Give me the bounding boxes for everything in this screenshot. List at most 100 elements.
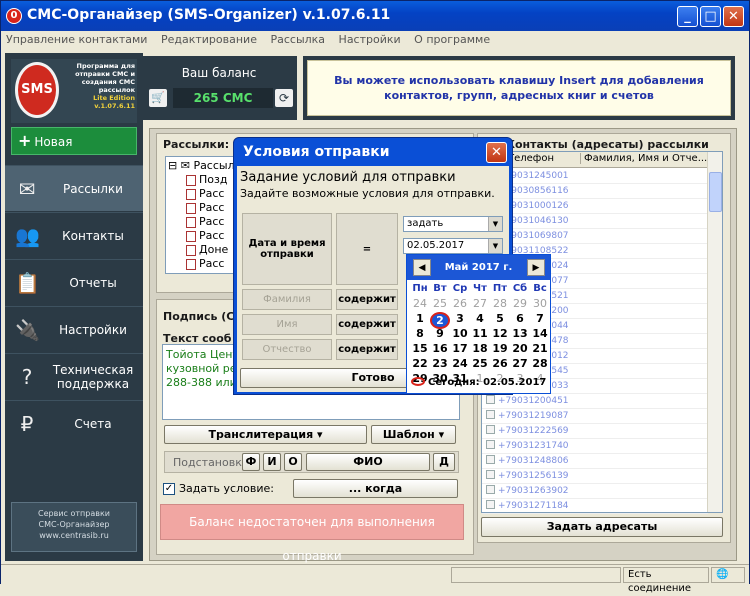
menu-contacts[interactable]: Управление контактами xyxy=(1,31,152,48)
calendar-day[interactable]: 5 xyxy=(490,312,510,325)
subst-f-button[interactable]: Ф xyxy=(242,453,260,471)
tree-node[interactable]: Позд xyxy=(186,173,227,186)
calendar-day[interactable]: 25 xyxy=(430,297,450,310)
weekday-label: Сб xyxy=(512,283,528,294)
calendar-day[interactable]: 15 xyxy=(410,342,430,355)
calendar-day[interactable]: 26 xyxy=(450,297,470,310)
sidebar-item-contacts[interactable]: 👥 Контакты xyxy=(5,212,143,258)
help-icon: ? xyxy=(21,365,33,389)
list-item[interactable]: +79031231740 xyxy=(482,439,708,454)
menu-mailing[interactable]: Рассылка xyxy=(265,31,330,48)
calendar-day[interactable]: 30 xyxy=(530,297,550,310)
calendar-day[interactable]: 3 xyxy=(450,312,470,325)
calendar-day[interactable]: 26 xyxy=(490,357,510,370)
condition-when-button[interactable]: ... когда xyxy=(293,479,458,498)
tree-node[interactable]: Расс xyxy=(186,215,224,228)
tree-node[interactable]: Расс xyxy=(186,257,224,270)
today-label[interactable]: Сегодня: 02.05.2017 xyxy=(411,377,546,388)
tree-node[interactable]: Расс xyxy=(186,201,224,214)
set-addresses-button[interactable]: Задать адресаты xyxy=(481,517,723,537)
list-item[interactable]: +79031069807 xyxy=(482,229,708,244)
calendar-day[interactable]: 27 xyxy=(470,297,490,310)
tree-node[interactable]: Доне xyxy=(186,243,228,256)
date-picker-field[interactable]: 02.05.2017 ▼ xyxy=(403,238,503,254)
tree-node[interactable]: Расс xyxy=(186,187,224,200)
calendar-day[interactable]: 23 xyxy=(430,357,450,370)
list-item[interactable]: +79031256139 xyxy=(482,469,708,484)
calendar-day[interactable]: 11 xyxy=(470,327,490,340)
recipients-scrollbar[interactable] xyxy=(707,152,722,512)
calendar-day[interactable]: 17 xyxy=(450,342,470,355)
op-contains-patronymic[interactable]: содержит xyxy=(336,339,398,360)
close-button[interactable]: ✕ xyxy=(723,6,744,27)
list-item[interactable]: +79031263902 xyxy=(482,484,708,499)
list-item[interactable]: +79031245001 xyxy=(482,169,708,184)
list-item[interactable]: +79031248806 xyxy=(482,454,708,469)
col-phone[interactable]: Телефон xyxy=(508,153,554,164)
calendar-day[interactable]: 19 xyxy=(490,342,510,355)
sidebar-item-support[interactable]: ? Техническая поддержка xyxy=(5,353,143,399)
sidebar-item-accounts[interactable]: ₽ Счета xyxy=(5,400,143,446)
menu-about[interactable]: О программе xyxy=(409,31,495,48)
list-item[interactable]: +79031222569 xyxy=(482,424,708,439)
condition-checkbox[interactable]: ✓ xyxy=(163,483,175,495)
date-mode-select[interactable]: задать ▼ xyxy=(403,216,503,232)
calendar-day[interactable]: 22 xyxy=(410,357,430,370)
calendar-day[interactable]: 16 xyxy=(430,342,450,355)
op-contains-lastname[interactable]: содержит xyxy=(336,289,398,310)
title-bar[interactable]: 0 СМС-Органайзер (SMS-Organizer) v.1.07.… xyxy=(1,1,749,31)
next-month-arrow-icon[interactable]: ▶ xyxy=(527,259,545,276)
subst-o-button[interactable]: О xyxy=(284,453,302,471)
list-item[interactable]: +79031000126 xyxy=(482,199,708,214)
list-item[interactable]: +79031271184 xyxy=(482,499,708,514)
cart-icon[interactable]: 🛒 xyxy=(149,89,167,107)
calendar-day[interactable]: 29 xyxy=(510,297,530,310)
calendar-day[interactable]: 20 xyxy=(510,342,530,355)
calendar-day[interactable]: 28 xyxy=(530,357,550,370)
dialog-close-button[interactable]: ✕ xyxy=(486,142,507,163)
list-item[interactable]: +79031046130 xyxy=(482,214,708,229)
subst-d-button[interactable]: Д xyxy=(433,453,455,471)
new-mailing-button[interactable]: +Новая рассылка xyxy=(11,127,137,175)
sidebar-item-label: Контакты xyxy=(62,229,124,243)
calendar-day[interactable]: 28 xyxy=(490,297,510,310)
list-item[interactable]: +79031219087 xyxy=(482,409,708,424)
sidebar-item-settings[interactable]: 🔌 Настройки xyxy=(5,306,143,352)
template-button[interactable]: Шаблон ▾ xyxy=(371,425,456,444)
list-item[interactable]: +79030856116 xyxy=(482,184,708,199)
calendar-day[interactable]: 7 xyxy=(530,312,550,325)
calendar-day[interactable]: 6 xyxy=(510,312,530,325)
calendar-day[interactable]: 1 xyxy=(410,312,430,325)
sidebar-item-mailings[interactable]: ✉ Рассылки xyxy=(5,165,143,211)
calendar-day[interactable]: 24 xyxy=(410,297,430,310)
list-item[interactable]: +79031200451 xyxy=(482,394,708,409)
calendar-day[interactable]: 12 xyxy=(490,327,510,340)
refresh-icon[interactable]: ⟳ xyxy=(275,89,293,107)
calendar-day[interactable]: 24 xyxy=(450,357,470,370)
calendar-day[interactable]: 10 xyxy=(450,327,470,340)
calendar-day[interactable]: 27 xyxy=(510,357,530,370)
maximize-button[interactable]: □ xyxy=(700,6,721,27)
transliteration-button[interactable]: Транслитерация ▾ xyxy=(164,425,367,444)
calendar-day[interactable]: 4 xyxy=(470,312,490,325)
calendar-day[interactable]: 8 xyxy=(410,327,430,340)
calendar-day[interactable]: 18 xyxy=(470,342,490,355)
menu-settings[interactable]: Настройки xyxy=(334,31,406,48)
calendar-day[interactable]: 25 xyxy=(470,357,490,370)
calendar-day[interactable]: 13 xyxy=(510,327,530,340)
tree-node[interactable]: ⊟ ✉ Рассыл xyxy=(168,159,235,172)
sidebar-item-reports[interactable]: 📋 Отчеты xyxy=(5,259,143,305)
calendar-day[interactable]: 21 xyxy=(530,342,550,355)
col-fio[interactable]: Фамилия, Имя и Отче... xyxy=(580,153,707,164)
minimize-button[interactable]: _ xyxy=(677,6,698,27)
calendar-day[interactable]: 9 xyxy=(430,327,450,340)
prev-month-arrow-icon[interactable]: ◀ xyxy=(413,259,431,276)
menu-edit[interactable]: Редактирование xyxy=(156,31,262,48)
subst-i-button[interactable]: И xyxy=(263,453,281,471)
weekday-label: Вт xyxy=(433,283,447,294)
tree-node[interactable]: Расс xyxy=(186,229,224,242)
subst-fio-button[interactable]: ФИО xyxy=(306,453,430,471)
op-contains-firstname[interactable]: содержит xyxy=(336,314,398,335)
service-link[interactable]: www.centrasib.ru xyxy=(12,530,136,541)
calendar-day[interactable]: 14 xyxy=(530,327,550,340)
